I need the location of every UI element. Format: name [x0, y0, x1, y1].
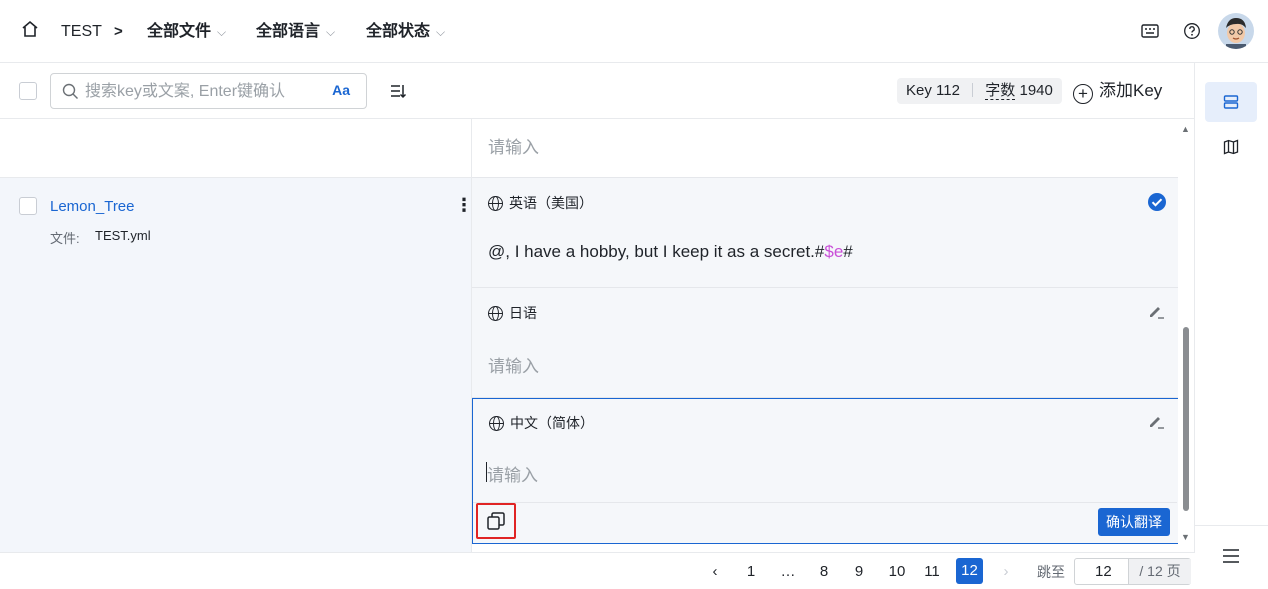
page-10[interactable]: 10 — [886, 562, 908, 582]
key-word-stats: Key 112 字数 1940 — [897, 78, 1062, 104]
map-icon — [1223, 139, 1239, 160]
scrollbar-thumb[interactable] — [1183, 327, 1189, 511]
key-count: 112 — [936, 82, 960, 99]
chevron-down-icon: ⌵ — [326, 25, 336, 39]
translation-placeholder[interactable]: 请输入 — [488, 133, 539, 158]
avatar[interactable] — [1218, 13, 1254, 49]
status-filter-dropdown[interactable]: 全部状态 ⌵ — [366, 20, 445, 44]
jump-label: 跳至 — [1037, 564, 1065, 580]
editor-divider — [473, 502, 1177, 503]
page-ellipsis[interactable]: … — [778, 562, 798, 582]
keyboard-icon[interactable] — [1141, 23, 1159, 44]
globe-icon — [488, 196, 503, 211]
file-filter-dropdown[interactable]: 全部文件 ⌵ — [147, 20, 226, 44]
breadcrumb-separator-icon: > — [114, 23, 123, 40]
search-icon — [62, 83, 79, 105]
file-name: TEST.yml — [95, 228, 151, 243]
pagination: ‹ 1 … 8 9 10 11 12 › 跳至 12 / 12 页 — [0, 552, 1195, 589]
project-name[interactable]: TEST — [61, 20, 102, 44]
translation-panel: 请输入 英语（美国） @, I have a hobby, but I keep… — [471, 119, 1179, 552]
language-label: 中文（简体） — [489, 414, 594, 432]
key-name[interactable]: Lemon_Tree — [50, 198, 135, 215]
variable-token: $e — [824, 242, 844, 261]
right-rail — [1194, 63, 1268, 589]
language-label: 英语（美国） — [488, 194, 593, 212]
jump-page-input[interactable]: 12 — [1095, 563, 1112, 580]
help-icon[interactable] — [1183, 22, 1201, 45]
language-label: 日语 — [488, 304, 537, 322]
key-list: Lemon_Tree 文件: TEST.yml ⋮ — [0, 119, 473, 552]
select-all-checkbox[interactable] — [19, 82, 37, 100]
translation-text[interactable]: @, I have a hobby, but I keep it as a se… — [488, 242, 853, 262]
word-count: 1940 — [1019, 82, 1053, 99]
menu-icon[interactable] — [1222, 548, 1240, 569]
prev-page-icon[interactable]: ‹ — [708, 562, 722, 582]
chevron-down-icon: ⌵ — [436, 25, 446, 39]
page-12-current[interactable]: 12 — [956, 558, 983, 584]
search-input[interactable] — [85, 81, 315, 103]
language-name: 中文（简体） — [510, 415, 594, 431]
scroll-up-arrow-icon[interactable]: ▲ — [1181, 124, 1190, 134]
key-row[interactable]: Lemon_Tree 文件: TEST.yml ⋮ — [0, 178, 473, 552]
translation-input[interactable]: 请输入 — [487, 461, 538, 486]
previous-translation-block: 请输入 — [472, 119, 1179, 178]
translation-block-english[interactable]: 英语（美国） @, I have a hobby, but I keep it … — [472, 178, 1179, 288]
copy-icon — [486, 511, 506, 536]
edit-pencil-icon[interactable] — [1147, 302, 1165, 325]
globe-icon — [488, 306, 503, 321]
language-filter-dropdown[interactable]: 全部语言 ⌵ — [256, 20, 335, 44]
home-icon[interactable] — [20, 19, 42, 43]
toolbar: Aa Key 112 字数 1940 + 添加Key — [0, 63, 1195, 119]
language-name: 日语 — [509, 305, 537, 321]
list-view-icon — [1223, 94, 1239, 115]
file-filter-label: 全部文件 — [147, 23, 212, 40]
list-view-button[interactable] — [1205, 82, 1257, 122]
file-label: 文件: — [50, 231, 80, 246]
translation-block-chinese[interactable]: 中文（简体） 请输入 确认翻译 — [472, 398, 1179, 544]
edit-pencil-icon[interactable] — [1147, 412, 1165, 435]
confirm-translation-button[interactable]: 确认翻译 — [1098, 508, 1170, 536]
previous-key-row — [0, 119, 471, 178]
add-key-label: 添加Key — [1099, 81, 1163, 100]
copy-source-button[interactable] — [476, 503, 516, 539]
top-bar: TEST > 全部文件 ⌵ 全部语言 ⌵ 全部状态 ⌵ — [0, 0, 1268, 63]
word-count-label: 字数 — [985, 82, 1016, 100]
glossary-button[interactable] — [1205, 127, 1257, 167]
key-checkbox[interactable] — [19, 197, 37, 215]
language-name: 英语（美国） — [509, 195, 593, 211]
sort-icon[interactable] — [389, 82, 407, 105]
plus-circle-icon: + — [1073, 84, 1093, 104]
search-box: Aa — [50, 73, 367, 109]
page-1[interactable]: 1 — [744, 562, 758, 582]
translation-text-end: # — [843, 242, 853, 261]
scroll-down-arrow-icon[interactable]: ▼ — [1181, 532, 1190, 542]
language-filter-label: 全部语言 — [256, 23, 321, 40]
rail-divider — [1195, 525, 1268, 526]
case-sensitive-toggle[interactable]: Aa — [332, 82, 350, 98]
stats-divider — [972, 83, 974, 97]
total-pages: / 12 页 — [1128, 559, 1191, 584]
chevron-down-icon: ⌵ — [217, 25, 227, 39]
key-count-label: Key — [906, 82, 932, 99]
confirmed-check-icon — [1147, 192, 1167, 217]
translation-placeholder[interactable]: 请输入 — [488, 352, 539, 377]
status-filter-label: 全部状态 — [366, 23, 431, 40]
jump-page-box: 12 / 12 页 — [1074, 558, 1191, 585]
page-11[interactable]: 11 — [921, 562, 943, 582]
next-page-icon[interactable]: › — [999, 562, 1013, 582]
translation-text-main: @, I have a hobby, but I keep it as a se… — [488, 242, 825, 261]
add-key-button[interactable]: + 添加Key — [1073, 80, 1162, 104]
translation-block-japanese[interactable]: 日语 请输入 — [472, 288, 1179, 398]
globe-icon — [489, 416, 504, 431]
page-9[interactable]: 9 — [852, 562, 866, 582]
page-8[interactable]: 8 — [817, 562, 831, 582]
vertical-scrollbar[interactable]: ▲ ▼ — [1178, 119, 1194, 552]
